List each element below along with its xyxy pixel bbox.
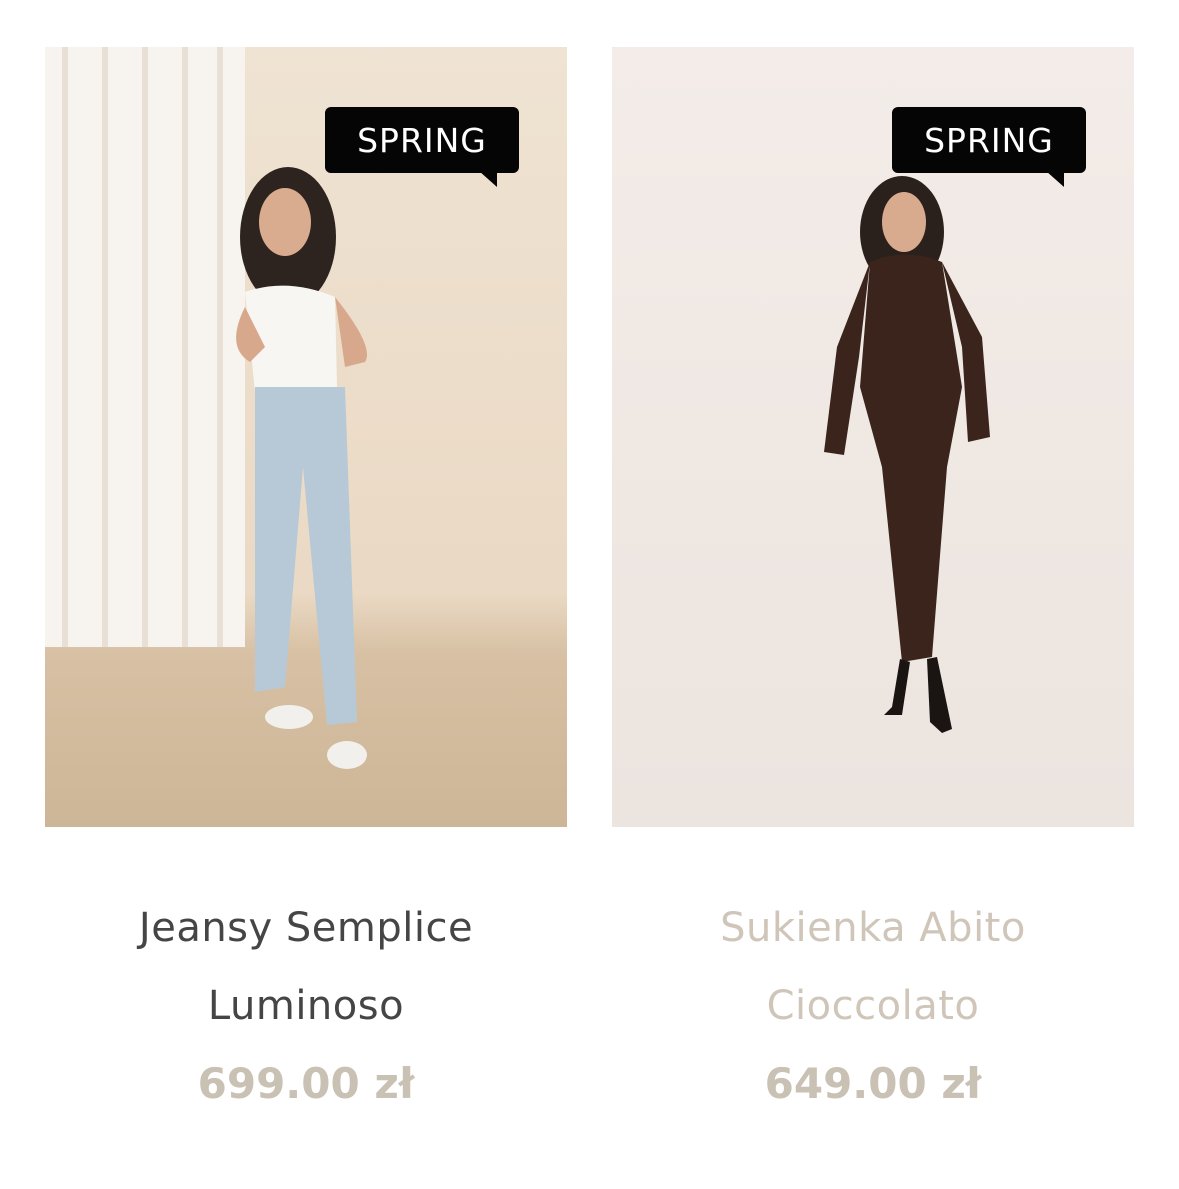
product-image[interactable]: SPRING	[612, 47, 1134, 827]
season-badge-label: SPRING	[892, 107, 1086, 173]
product-card-dress[interactable]: SPRING Sukienka Abito Cioccolato 649.00 …	[612, 47, 1134, 1109]
product-image[interactable]: SPRING	[45, 47, 567, 827]
season-badge: SPRING	[325, 107, 519, 187]
product-title[interactable]: Jeansy Semplice Luminoso	[45, 889, 567, 1045]
season-badge-label: SPRING	[325, 107, 519, 173]
speech-tail	[479, 171, 497, 187]
product-price: 649.00 zł	[764, 1059, 982, 1108]
season-badge: SPRING	[892, 107, 1086, 187]
product-grid: SPRING Jeansy Semplice Luminoso 699.00 z…	[0, 0, 1179, 1189]
product-card-jeans[interactable]: SPRING Jeansy Semplice Luminoso 699.00 z…	[45, 47, 567, 1109]
product-title[interactable]: Sukienka Abito Cioccolato	[612, 889, 1134, 1045]
speech-tail	[1046, 171, 1064, 187]
product-price: 699.00 zł	[197, 1059, 415, 1108]
